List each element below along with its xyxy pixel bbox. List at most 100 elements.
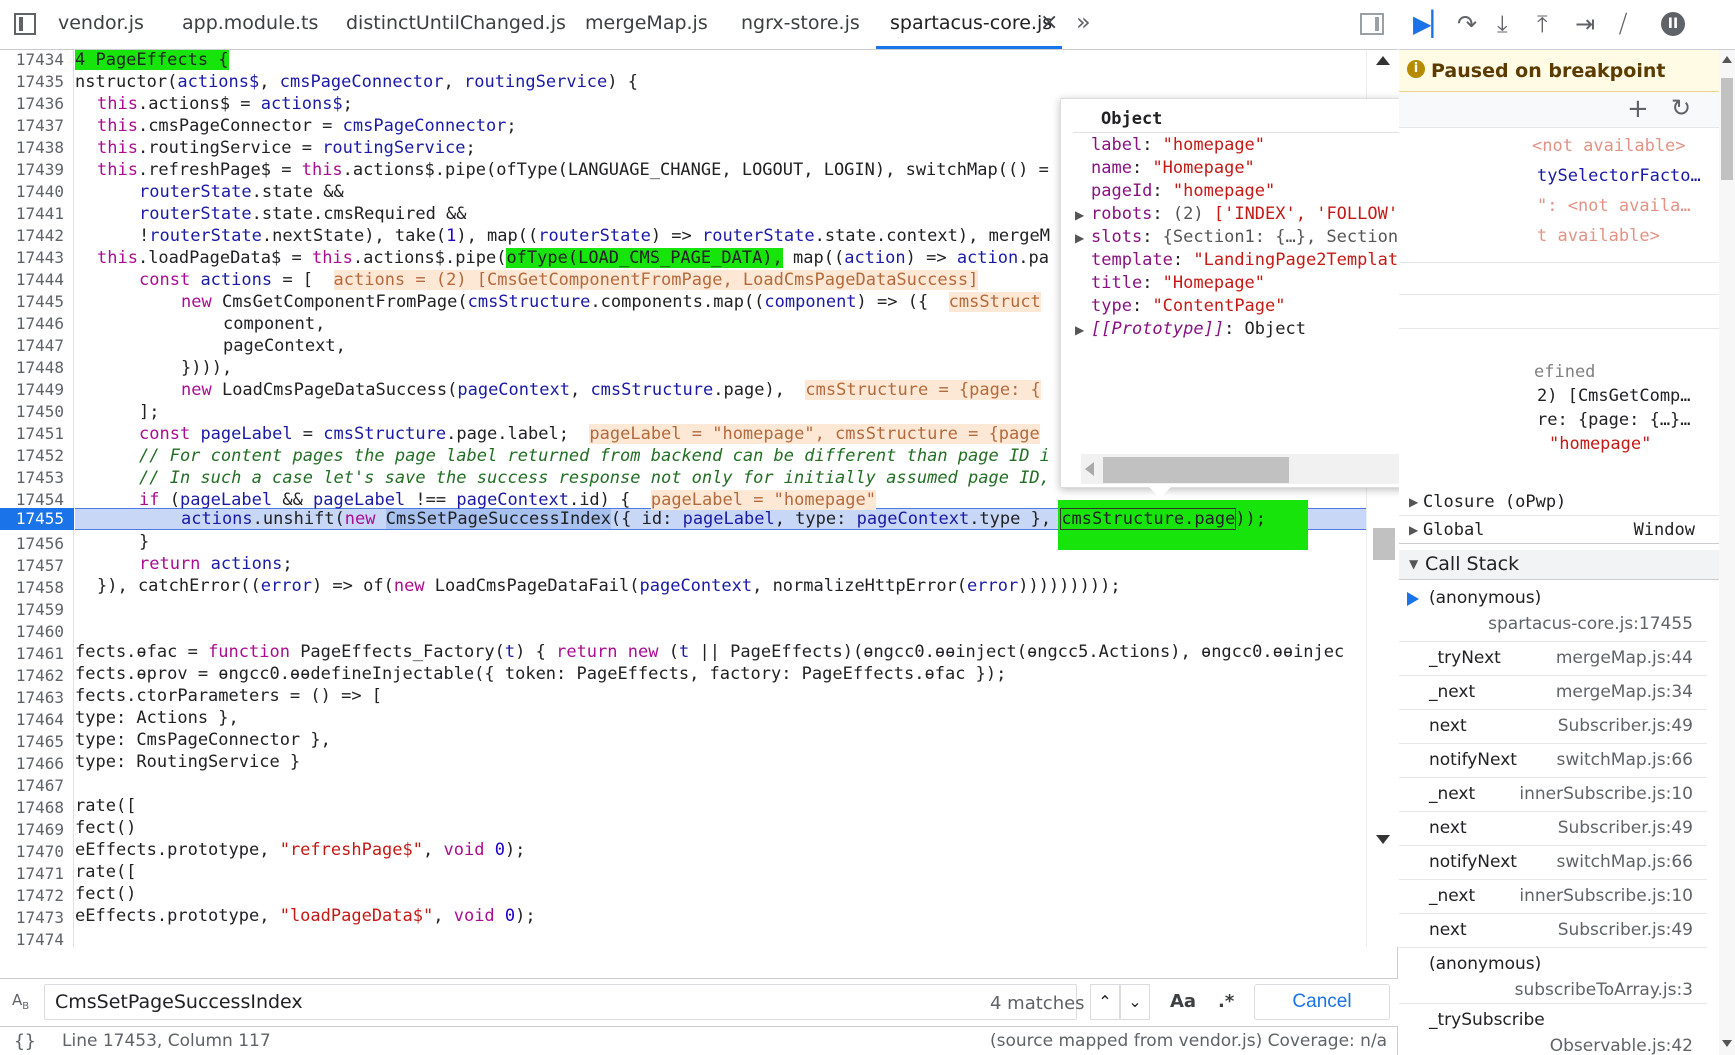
step-out-icon[interactable]: ⤒ bbox=[1537, 10, 1548, 38]
call-stack-header[interactable]: ▼ Call Stack bbox=[1399, 550, 1719, 580]
line-number[interactable]: 17449 bbox=[0, 379, 70, 401]
call-frame[interactable]: _next innerSubscribe.js:10 bbox=[1399, 778, 1707, 812]
call-frame[interactable]: _tryNext mergeMap.js:44 bbox=[1399, 642, 1707, 676]
line-number[interactable]: 17445 bbox=[0, 291, 70, 313]
line-number[interactable]: 17468 bbox=[0, 797, 70, 819]
close-tab-icon[interactable]: × bbox=[1040, 10, 1058, 35]
line-number[interactable]: 17466 bbox=[0, 753, 70, 775]
line-number[interactable]: 17459 bbox=[0, 599, 70, 621]
popover-scroll-thumb[interactable] bbox=[1103, 457, 1289, 483]
line-number[interactable]: 17451 bbox=[0, 423, 70, 445]
line-number[interactable]: 17450 bbox=[0, 401, 70, 423]
expand-icon[interactable]: ▶ bbox=[1075, 208, 1084, 222]
object-property[interactable]: template: "LandingPage2Template" bbox=[1091, 250, 1419, 270]
toggle-debugger-icon[interactable] bbox=[1360, 13, 1384, 35]
add-watch-icon[interactable]: + bbox=[1627, 94, 1649, 124]
line-number[interactable]: 17461 bbox=[0, 643, 70, 665]
line-number[interactable]: 17438 bbox=[0, 137, 70, 159]
line-number[interactable]: 17470 bbox=[0, 841, 70, 863]
sidebar-scrollbar[interactable] bbox=[1719, 50, 1735, 1055]
vertical-scroll-thumb[interactable] bbox=[1373, 528, 1395, 560]
closure-scope[interactable]: ▶ Closure (oPwp) bbox=[1399, 488, 1719, 516]
deactivate-breakpoints-icon[interactable]: ⧸ bbox=[1619, 10, 1627, 38]
line-number[interactable]: 17467 bbox=[0, 775, 70, 797]
line-number[interactable]: 17460 bbox=[0, 621, 70, 643]
toggle-navigator-icon[interactable] bbox=[14, 13, 36, 35]
expand-icon[interactable]: ▶ bbox=[1075, 323, 1084, 337]
tab-vendor-js[interactable]: vendor.js bbox=[58, 12, 144, 34]
scroll-up-icon[interactable] bbox=[1722, 56, 1732, 63]
call-frame[interactable]: _next innerSubscribe.js:10 bbox=[1399, 880, 1707, 914]
object-property[interactable]: title: "Homepage" bbox=[1091, 273, 1265, 293]
line-number[interactable]: 17469 bbox=[0, 819, 70, 841]
search-input[interactable] bbox=[44, 984, 1077, 1020]
line-number[interactable]: 17447 bbox=[0, 335, 70, 357]
next-match-icon[interactable]: ⌄ bbox=[1120, 984, 1150, 1020]
scroll-down-icon[interactable] bbox=[1722, 1040, 1732, 1047]
call-frame[interactable]: next Subscriber.js:49 bbox=[1399, 710, 1707, 744]
line-number[interactable]: 17446 bbox=[0, 313, 70, 335]
line-number[interactable]: 17465 bbox=[0, 731, 70, 753]
object-property[interactable]: robots: (2) ['INDEX', 'FOLLOW'] bbox=[1091, 204, 1408, 224]
object-property[interactable]: pageId: "homepage" bbox=[1091, 181, 1275, 201]
object-property[interactable]: type: "ContentPage" bbox=[1091, 296, 1286, 316]
line-number[interactable]: 17452 bbox=[0, 445, 70, 467]
step-icon[interactable]: ⇥ bbox=[1575, 10, 1595, 38]
call-frame[interactable]: _next mergeMap.js:34 bbox=[1399, 676, 1707, 710]
match-case-button[interactable]: Aa bbox=[1170, 991, 1196, 1012]
line-number[interactable]: 17439 bbox=[0, 159, 70, 181]
scroll-down-icon[interactable] bbox=[1376, 835, 1390, 844]
line-number[interactable]: 17458 bbox=[0, 577, 70, 599]
pretty-print-icon[interactable]: {} bbox=[14, 1031, 36, 1052]
line-number[interactable]: 17472 bbox=[0, 885, 70, 907]
call-frame[interactable]: (anonymous) subscribeToArray.js:3 bbox=[1399, 948, 1707, 1004]
object-property[interactable]: label: "homepage" bbox=[1091, 135, 1265, 155]
line-number[interactable]: 17437 bbox=[0, 115, 70, 137]
line-number[interactable]: 17436 bbox=[0, 93, 70, 115]
tab-mergemap-js[interactable]: mergeMap.js bbox=[585, 12, 708, 34]
line-number[interactable]: 17464 bbox=[0, 709, 70, 731]
call-frame[interactable]: next Subscriber.js:49 bbox=[1399, 914, 1707, 948]
refresh-icon[interactable]: ↻ bbox=[1671, 94, 1691, 122]
line-number[interactable]: 17456 bbox=[0, 533, 70, 555]
global-scope[interactable]: ▶ Global Window bbox=[1399, 516, 1719, 544]
tab-distinct-until-changed-js[interactable]: distinctUntilChanged.js bbox=[346, 12, 566, 34]
line-number[interactable]: 17435 bbox=[0, 71, 70, 93]
step-over-icon[interactable]: ↷ bbox=[1457, 10, 1477, 38]
line-number[interactable]: 17471 bbox=[0, 863, 70, 885]
replace-toggle-icon[interactable]: AB bbox=[12, 991, 29, 1012]
call-frame[interactable]: _trySubscribe Observable.js:42 bbox=[1399, 1004, 1707, 1055]
resume-icon[interactable]: ▶▏ bbox=[1413, 10, 1450, 38]
collapse-icon[interactable]: ▼ bbox=[1409, 557, 1418, 571]
line-number[interactable]: 17463 bbox=[0, 687, 70, 709]
pause-on-exceptions-icon[interactable]: II bbox=[1661, 12, 1685, 36]
scroll-left-icon[interactable] bbox=[1085, 462, 1094, 476]
object-property[interactable]: name: "Homepage" bbox=[1091, 158, 1255, 178]
tab-ngrx-store-js[interactable]: ngrx-store.js bbox=[741, 12, 860, 34]
call-frame[interactable]: (anonymous) spartacus-core.js:17455 bbox=[1399, 582, 1707, 642]
object-property[interactable]: [[Prototype]]: Object bbox=[1091, 319, 1306, 339]
line-number-gutter[interactable]: 17434 17435 17436 17437 17438 17439 17440 17441… bbox=[0, 50, 74, 947]
tab-app-module-ts[interactable]: app.module.ts bbox=[182, 12, 318, 34]
more-tabs-icon[interactable]: » bbox=[1076, 8, 1091, 36]
line-number[interactable]: 17441 bbox=[0, 203, 70, 225]
line-number[interactable]: 17473 bbox=[0, 907, 70, 929]
sidebar-scroll-thumb[interactable] bbox=[1721, 78, 1733, 180]
line-number[interactable]: 17443 bbox=[0, 247, 70, 269]
line-number[interactable]: 17474 bbox=[0, 929, 70, 947]
expand-icon[interactable]: ▶ bbox=[1075, 231, 1084, 245]
line-number[interactable]: 17434 bbox=[0, 50, 70, 71]
cancel-search-button[interactable]: Cancel bbox=[1254, 984, 1390, 1020]
line-number[interactable]: 17442 bbox=[0, 225, 70, 247]
line-number[interactable]: 17457 bbox=[0, 555, 70, 577]
line-number[interactable]: 17444 bbox=[0, 269, 70, 291]
line-number[interactable]: 17440 bbox=[0, 181, 70, 203]
expand-icon[interactable]: ▶ bbox=[1409, 523, 1418, 537]
call-frame[interactable]: notifyNext switchMap.js:66 bbox=[1399, 846, 1707, 880]
line-number[interactable]: 17462 bbox=[0, 665, 70, 687]
regex-button[interactable]: .* bbox=[1218, 991, 1234, 1012]
line-number[interactable]: 17448 bbox=[0, 357, 70, 379]
expand-icon[interactable]: ▶ bbox=[1409, 495, 1418, 509]
tab-spartacus-core-js[interactable]: spartacus-core.js bbox=[890, 12, 1052, 34]
previous-match-icon[interactable]: ⌃ bbox=[1090, 984, 1120, 1020]
